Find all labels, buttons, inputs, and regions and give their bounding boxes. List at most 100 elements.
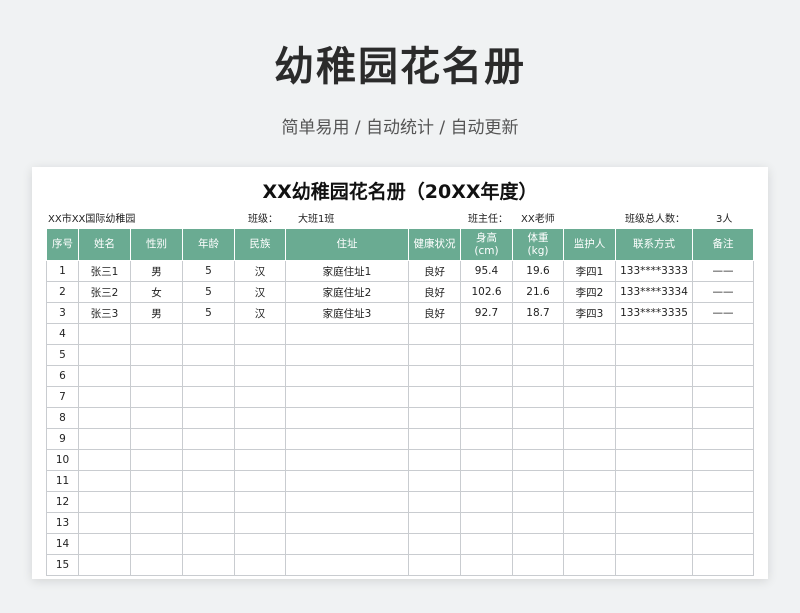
cell-gender[interactable]	[130, 554, 183, 576]
cell-ethnicity[interactable]	[234, 344, 286, 366]
cell-address[interactable]	[285, 344, 409, 366]
cell-gender[interactable]: 女	[130, 281, 183, 303]
cell-ethnicity[interactable]	[234, 491, 286, 513]
cell-height[interactable]: 102.6	[460, 281, 513, 303]
cell-ethnicity[interactable]	[234, 407, 286, 429]
cell-age[interactable]	[182, 323, 235, 345]
cell-note[interactable]	[692, 470, 754, 492]
cell-health[interactable]: 良好	[408, 281, 461, 303]
cell-age[interactable]	[182, 407, 235, 429]
cell-ethnicity[interactable]	[234, 323, 286, 345]
cell-name[interactable]	[78, 323, 131, 345]
cell-note[interactable]	[692, 386, 754, 408]
cell-guardian[interactable]	[563, 365, 616, 387]
cell-weight[interactable]	[512, 386, 564, 408]
cell-guardian[interactable]	[563, 512, 616, 534]
cell-weight[interactable]: 19.6	[512, 260, 564, 282]
cell-height[interactable]	[460, 491, 513, 513]
cell-gender[interactable]: 男	[130, 302, 183, 324]
cell-contact[interactable]	[615, 428, 693, 450]
cell-health[interactable]	[408, 470, 461, 492]
cell-address[interactable]: 家庭住址3	[285, 302, 409, 324]
cell-weight[interactable]	[512, 491, 564, 513]
cell-weight[interactable]: 21.6	[512, 281, 564, 303]
cell-ethnicity[interactable]	[234, 365, 286, 387]
cell-age[interactable]: 5	[182, 281, 235, 303]
cell-health[interactable]	[408, 491, 461, 513]
cell-weight[interactable]	[512, 407, 564, 429]
cell-address[interactable]	[285, 428, 409, 450]
cell-weight[interactable]	[512, 470, 564, 492]
cell-note[interactable]	[692, 365, 754, 387]
cell-guardian[interactable]	[563, 386, 616, 408]
cell-guardian[interactable]	[563, 470, 616, 492]
cell-ethnicity[interactable]	[234, 533, 286, 555]
cell-address[interactable]	[285, 449, 409, 471]
cell-ethnicity[interactable]	[234, 386, 286, 408]
cell-gender[interactable]: 男	[130, 260, 183, 282]
cell-address[interactable]	[285, 554, 409, 576]
cell-gender[interactable]	[130, 449, 183, 471]
cell-contact[interactable]	[615, 386, 693, 408]
cell-name[interactable]	[78, 428, 131, 450]
cell-age[interactable]: 5	[182, 302, 235, 324]
cell-contact[interactable]	[615, 344, 693, 366]
cell-name[interactable]	[78, 407, 131, 429]
cell-age[interactable]	[182, 344, 235, 366]
cell-index[interactable]: 3	[46, 302, 79, 324]
cell-contact[interactable]	[615, 449, 693, 471]
cell-height[interactable]	[460, 449, 513, 471]
cell-height[interactable]: 92.7	[460, 302, 513, 324]
cell-gender[interactable]	[130, 365, 183, 387]
cell-name[interactable]	[78, 449, 131, 471]
cell-index[interactable]: 5	[46, 344, 79, 366]
cell-weight[interactable]	[512, 512, 564, 534]
cell-index[interactable]: 15	[46, 554, 79, 576]
cell-health[interactable]	[408, 449, 461, 471]
cell-gender[interactable]	[130, 386, 183, 408]
cell-contact[interactable]	[615, 554, 693, 576]
cell-height[interactable]	[460, 512, 513, 534]
cell-gender[interactable]	[130, 491, 183, 513]
cell-index[interactable]: 11	[46, 470, 79, 492]
cell-age[interactable]	[182, 470, 235, 492]
cell-contact[interactable]	[615, 533, 693, 555]
cell-note[interactable]	[692, 449, 754, 471]
cell-index[interactable]: 13	[46, 512, 79, 534]
cell-gender[interactable]	[130, 533, 183, 555]
cell-note[interactable]	[692, 512, 754, 534]
cell-gender[interactable]	[130, 470, 183, 492]
cell-guardian[interactable]	[563, 344, 616, 366]
cell-contact[interactable]	[615, 491, 693, 513]
cell-contact[interactable]	[615, 323, 693, 345]
cell-name[interactable]: 张三1	[78, 260, 131, 282]
cell-guardian[interactable]: 李四3	[563, 302, 616, 324]
cell-height[interactable]	[460, 323, 513, 345]
cell-address[interactable]: 家庭住址2	[285, 281, 409, 303]
cell-age[interactable]	[182, 365, 235, 387]
cell-note[interactable]	[692, 344, 754, 366]
cell-weight[interactable]	[512, 323, 564, 345]
cell-name[interactable]	[78, 554, 131, 576]
cell-gender[interactable]	[130, 512, 183, 534]
cell-name[interactable]	[78, 386, 131, 408]
cell-contact[interactable]: 133****3333	[615, 260, 693, 282]
cell-ethnicity[interactable]	[234, 470, 286, 492]
cell-health[interactable]	[408, 512, 461, 534]
cell-index[interactable]: 9	[46, 428, 79, 450]
cell-height[interactable]	[460, 470, 513, 492]
cell-guardian[interactable]	[563, 449, 616, 471]
cell-age[interactable]: 5	[182, 260, 235, 282]
cell-name[interactable]	[78, 533, 131, 555]
cell-weight[interactable]	[512, 344, 564, 366]
cell-age[interactable]	[182, 554, 235, 576]
cell-index[interactable]: 2	[46, 281, 79, 303]
cell-health[interactable]: 良好	[408, 260, 461, 282]
cell-guardian[interactable]	[563, 428, 616, 450]
cell-guardian[interactable]	[563, 533, 616, 555]
cell-contact[interactable]	[615, 365, 693, 387]
cell-health[interactable]	[408, 344, 461, 366]
cell-height[interactable]	[460, 386, 513, 408]
cell-ethnicity[interactable]	[234, 554, 286, 576]
cell-ethnicity[interactable]	[234, 512, 286, 534]
